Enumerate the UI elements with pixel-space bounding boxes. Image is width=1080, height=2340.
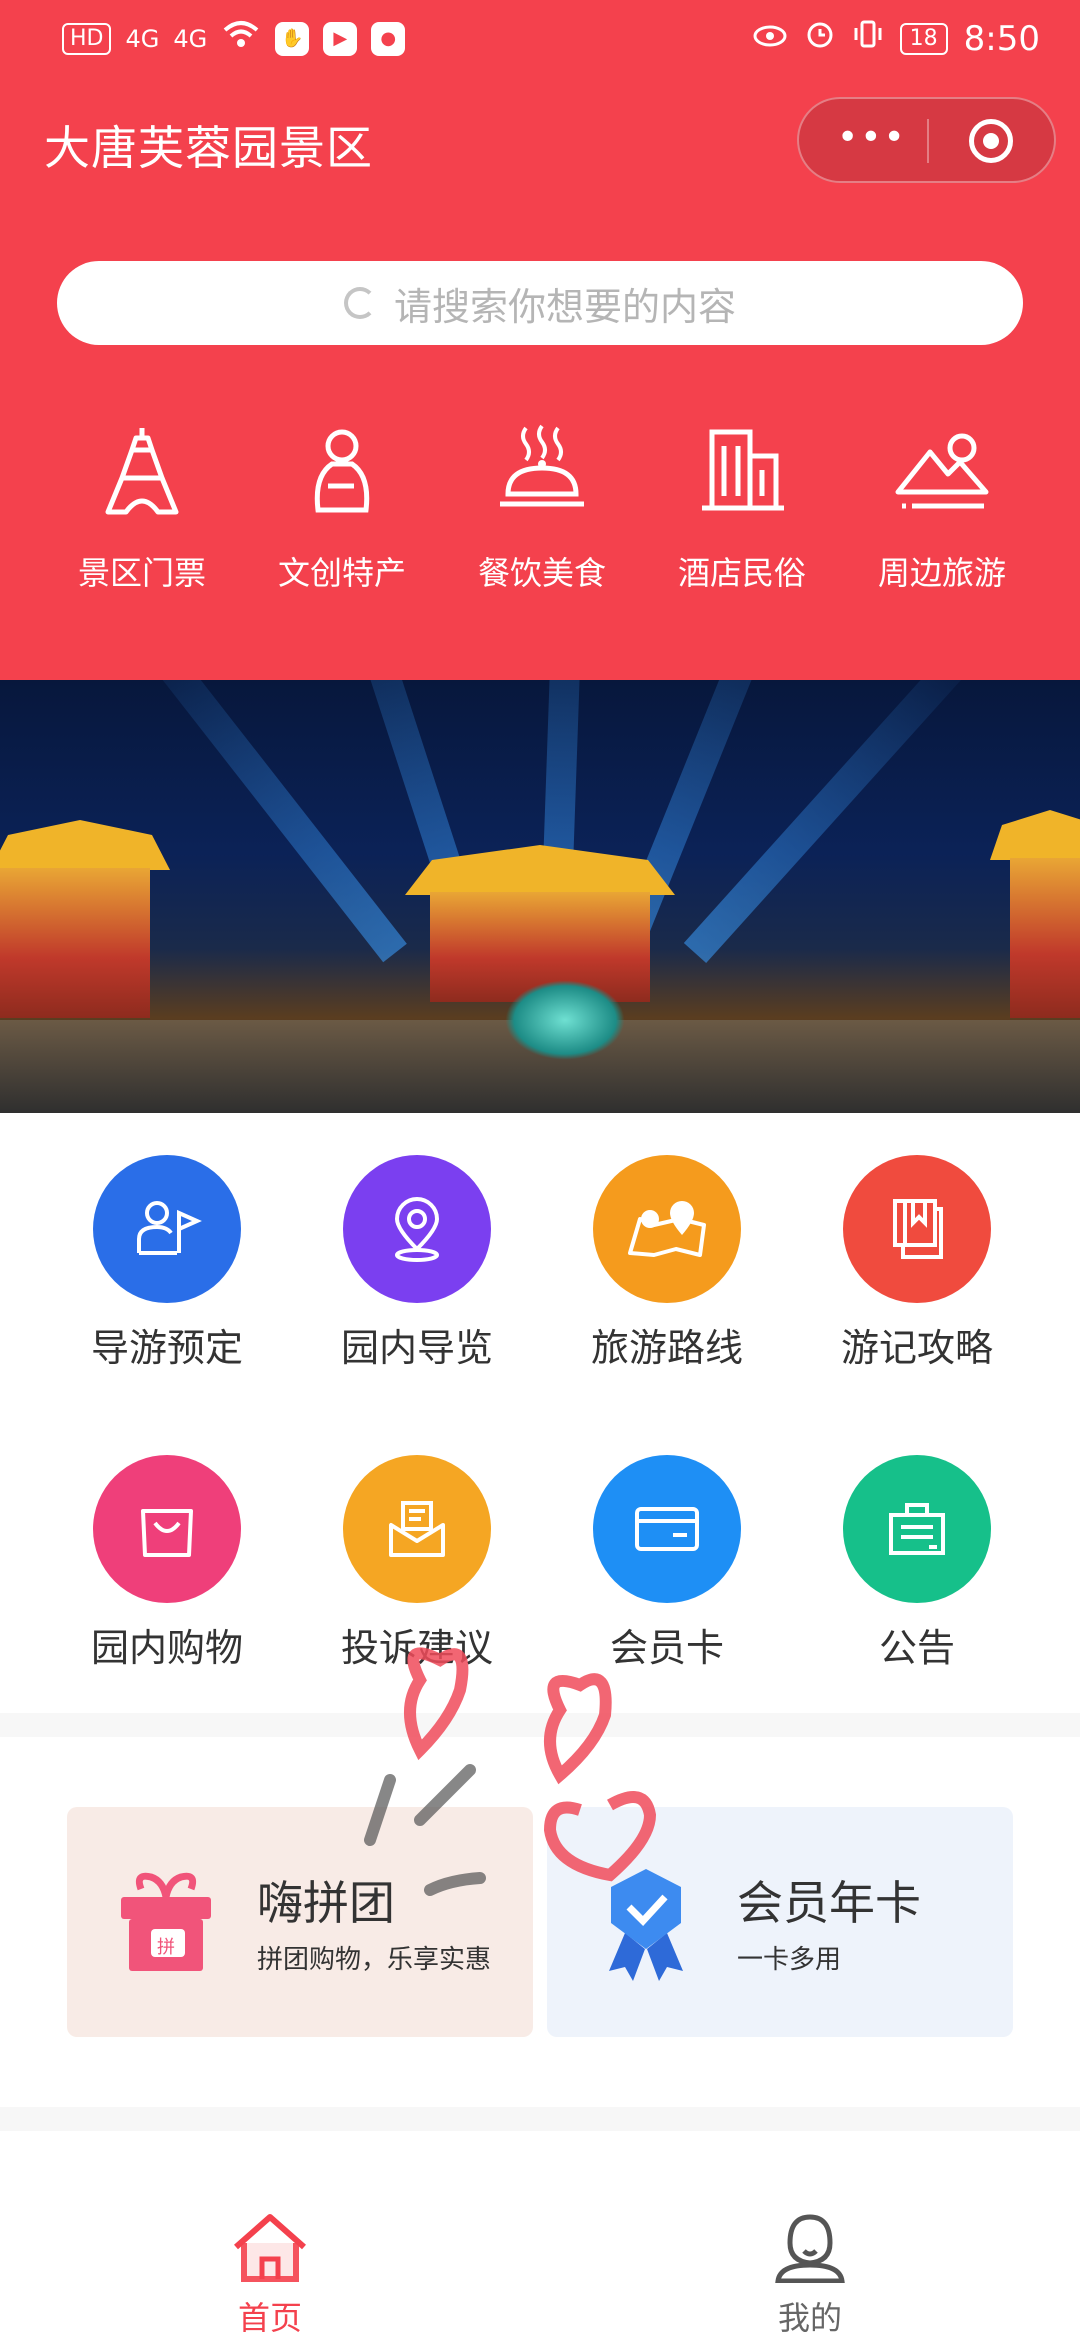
- grid-label: 导游预定: [90, 1326, 243, 1370]
- hd-badge: HD: [62, 22, 112, 55]
- alarm-icon: [804, 18, 836, 59]
- eye-icon: [752, 19, 788, 59]
- section-divider: [0, 1713, 1080, 1737]
- annual-card-subtitle: 一卡多用: [737, 1945, 842, 1975]
- hotel-building-icon: [702, 429, 784, 511]
- tab-mine[interactable]: 我的: [710, 2211, 910, 2339]
- grid-row: 导游预定 园内导览 旅游路线 游记攻略: [0, 1155, 1080, 1385]
- grid-label: 园内购物: [90, 1626, 243, 1670]
- category-hotel[interactable]: 酒店民俗: [642, 420, 842, 620]
- pavilion-roof-left: [0, 820, 170, 870]
- grid-row: 园内购物 投诉建议 会员卡 公告: [0, 1455, 1080, 1685]
- grid-label: 投诉建议: [340, 1626, 493, 1670]
- category-label: 文创特产: [277, 554, 406, 592]
- tab-home-label: 首页: [237, 2299, 302, 2337]
- figure-icon: [314, 429, 370, 513]
- page-title: 大唐芙蓉园景区: [44, 121, 373, 175]
- category-label: 周边旅游: [877, 554, 1006, 592]
- fountain: [505, 980, 625, 1060]
- category-creative[interactable]: 文创特产: [242, 420, 442, 620]
- annual-card[interactable]: 会员年卡 一卡多用: [547, 1807, 1013, 2037]
- category-label: 餐饮美食: [477, 554, 606, 592]
- grid-item-notice[interactable]: 公告: [792, 1455, 1042, 1672]
- wifi-icon: [221, 18, 261, 59]
- search-icon: [343, 287, 376, 319]
- vibrate-icon: [852, 18, 884, 59]
- app-notification-icon-2: ▶: [323, 21, 358, 56]
- group-buy-title: 嗨拼团: [257, 1876, 395, 1930]
- clock: 8:50: [963, 18, 1040, 59]
- status-bar: HD 4G 4G ✋ ▶ ● 18 8:50: [0, 0, 1080, 76]
- annual-card-title: 会员年卡: [737, 1876, 921, 1930]
- promo-cards: 拼 嗨拼团 拼团购物，乐享实惠 会员年卡 一卡多用: [0, 1737, 1080, 2107]
- group-buy-subtitle: 拼团购物，乐享实惠: [257, 1945, 492, 1975]
- grid-label: 会员卡: [609, 1626, 724, 1670]
- notice-board-icon: [843, 1455, 991, 1603]
- miniprogram-capsule: •••: [797, 97, 1056, 183]
- signal-icon-2: 4G: [173, 24, 208, 53]
- category-label: 景区门票: [77, 554, 206, 592]
- book-icon: [843, 1155, 991, 1303]
- tab-mine-label: 我的: [777, 2299, 842, 2337]
- pavilion-right: [1010, 858, 1080, 1018]
- light-beam: [124, 680, 407, 963]
- gift-icon: [121, 1872, 211, 1971]
- grid-item-route[interactable]: 旅游路线: [542, 1155, 792, 1372]
- user-icon: [775, 2214, 845, 2284]
- header: HD 4G 4G ✋ ▶ ● 18 8:50 大唐芙蓉园景区 ••• 请搜索你想…: [0, 0, 1080, 680]
- grid-item-notes[interactable]: 游记攻略: [792, 1155, 1042, 1372]
- group-buy-card[interactable]: 拼 嗨拼团 拼团购物，乐享实惠: [67, 1807, 533, 2037]
- search-placeholder: 请搜索你想要的内容: [393, 284, 736, 329]
- food-cloche-icon: [500, 424, 584, 507]
- category-row: 景区门票 文创特产 餐饮美食 酒店民俗 周边旅游: [0, 420, 1080, 620]
- grid-label: 公告: [878, 1626, 955, 1670]
- category-food[interactable]: 餐饮美食: [442, 420, 642, 620]
- home-icon: [234, 2214, 306, 2282]
- grid-label: 游记攻略: [840, 1326, 993, 1370]
- pavilion-roof-right: [990, 810, 1080, 860]
- map-route-icon: [593, 1155, 741, 1303]
- section-divider: [0, 2107, 1080, 2131]
- guide-flag-icon: [93, 1155, 241, 1303]
- mail-icon: [343, 1455, 491, 1603]
- search-input[interactable]: 请搜索你想要的内容: [57, 261, 1023, 345]
- signal-icon: 4G: [125, 24, 160, 53]
- grid-item-map[interactable]: 园内导览: [292, 1155, 542, 1372]
- shopping-bag-icon: [93, 1455, 241, 1603]
- category-tickets[interactable]: 景区门票: [42, 420, 242, 620]
- capsule-divider: [927, 119, 929, 163]
- group-buy-badge: 拼: [157, 1937, 175, 1958]
- category-travel[interactable]: 周边旅游: [842, 420, 1042, 620]
- tab-bar: 首页 我的: [0, 2131, 1080, 2340]
- battery-icon: 18: [899, 22, 948, 55]
- banner-image[interactable]: [0, 680, 1080, 1113]
- grid-label: 园内导览: [340, 1326, 493, 1370]
- grid-label: 旅游路线: [590, 1326, 743, 1370]
- category-label: 酒店民俗: [677, 554, 806, 592]
- mountain-icon: [895, 433, 989, 509]
- pavilion-left: [0, 868, 150, 1018]
- app-notification-icon-3: ●: [371, 21, 406, 56]
- grid-item-complaint[interactable]: 投诉建议: [292, 1455, 542, 1672]
- tab-home[interactable]: 首页: [170, 2211, 370, 2339]
- medal-icon: [609, 1869, 683, 1981]
- grid-item-member-card[interactable]: 会员卡: [542, 1455, 792, 1672]
- grid-item-guide[interactable]: 导游预定: [42, 1155, 292, 1372]
- close-target-icon[interactable]: [969, 119, 1013, 163]
- more-menu-icon[interactable]: •••: [837, 120, 905, 159]
- app-notification-icon: ✋: [275, 21, 310, 56]
- location-pin-icon: [343, 1155, 491, 1303]
- grid-item-shopping[interactable]: 园内购物: [42, 1455, 292, 1672]
- card-icon: [593, 1455, 741, 1603]
- eiffel-tower-icon: [105, 428, 179, 515]
